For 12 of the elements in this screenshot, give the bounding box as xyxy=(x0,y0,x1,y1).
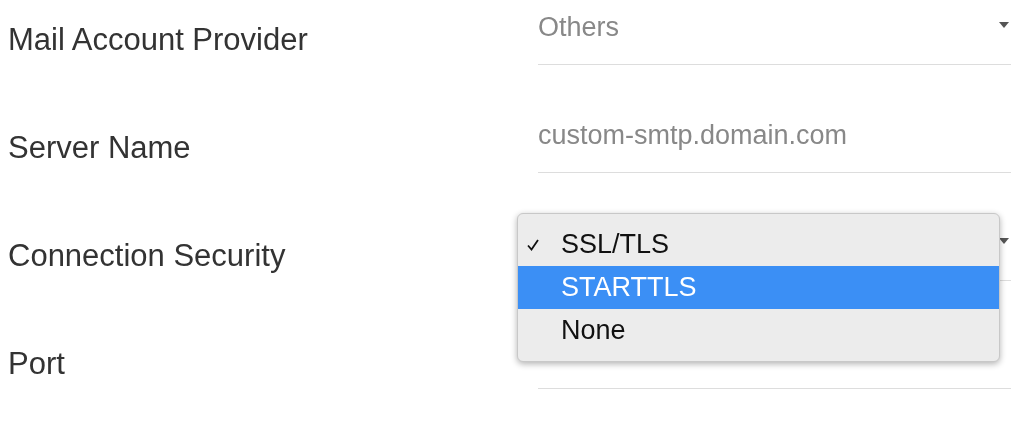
field-label: Connection Security xyxy=(8,237,286,275)
select-field[interactable]: Others xyxy=(538,0,1011,65)
field-label: Server Name xyxy=(8,129,191,167)
caret-icon xyxy=(999,238,1009,244)
menu-item[interactable]: None xyxy=(518,309,999,352)
menu-item[interactable]: STARTTLS xyxy=(518,266,999,309)
menu-item[interactable]: SSL/TLS xyxy=(518,223,999,266)
caret-icon xyxy=(999,22,1009,28)
field-label: Port xyxy=(8,345,65,383)
field-label: Mail Account Provider xyxy=(8,21,308,59)
checkmark-icon xyxy=(526,238,540,252)
input-field[interactable]: custom-smtp.domain.com xyxy=(538,108,1011,173)
